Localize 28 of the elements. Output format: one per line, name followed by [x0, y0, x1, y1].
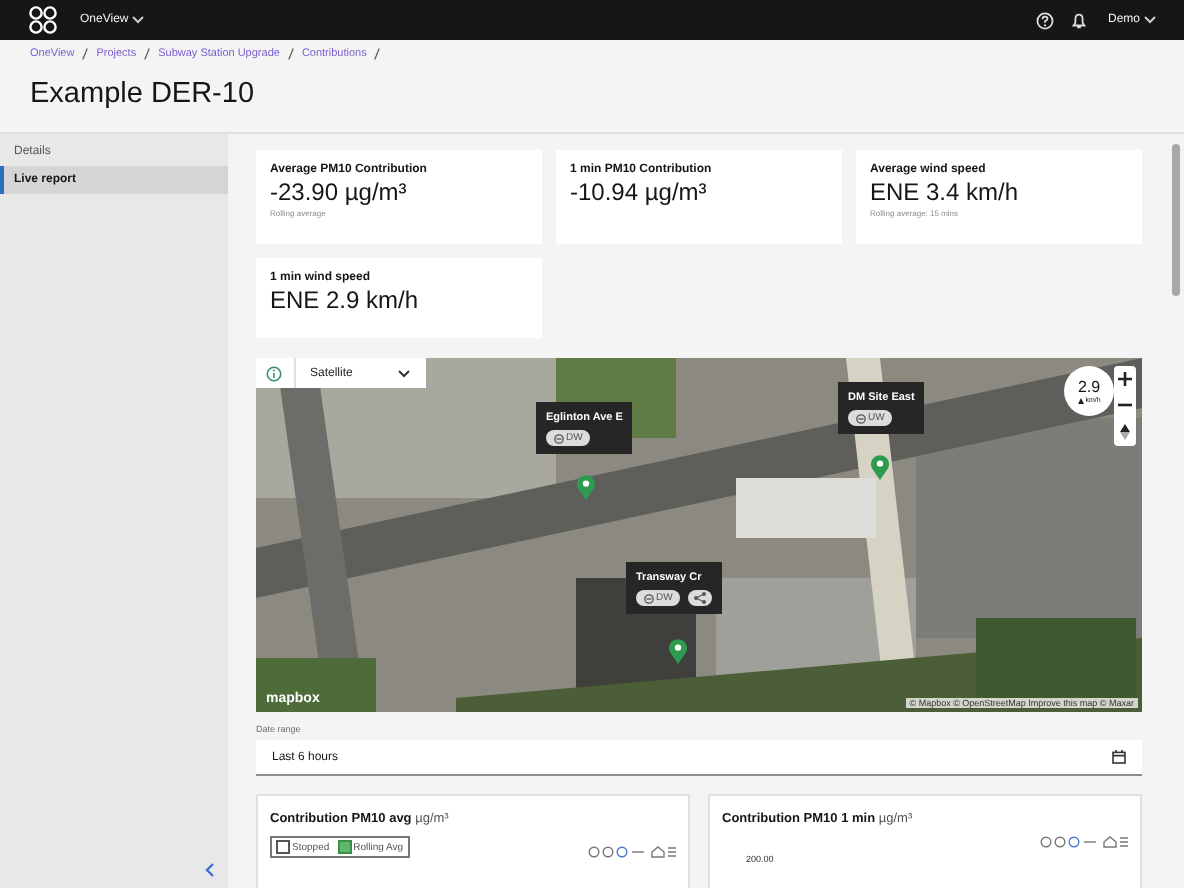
share-icon[interactable] — [688, 590, 713, 606]
compass-icon[interactable] — [1120, 424, 1130, 440]
chart-toolbar-icon[interactable] — [1040, 836, 1128, 848]
separator-icon — [144, 48, 151, 60]
logo-icon — [28, 6, 60, 34]
info-icon[interactable] — [266, 365, 282, 381]
caret-icon — [398, 369, 410, 377]
wind-arrow-icon — [1077, 397, 1084, 403]
calendar-icon[interactable] — [1112, 750, 1126, 764]
map-pin[interactable] — [576, 474, 596, 500]
separator-icon — [287, 48, 294, 60]
wind-speed: 2.9 — [1077, 378, 1101, 396]
zoom-in-icon[interactable] — [1118, 372, 1132, 386]
metric-value: ENE 2.9 km/h — [270, 286, 421, 314]
metric-value: -23.90 µg/m³ — [270, 178, 409, 206]
zoom-out-icon[interactable] — [1118, 398, 1132, 412]
page-title: Example DER-10 — [30, 78, 257, 110]
caret-icon — [132, 16, 145, 24]
metric-value: -10.94 µg/m³ — [570, 178, 709, 206]
notification-icon[interactable] — [1069, 11, 1088, 29]
caret-icon — [1144, 16, 1156, 24]
collapse-icon[interactable] — [204, 862, 216, 878]
separator-icon — [82, 48, 89, 60]
chart-toolbar-icon[interactable] — [588, 846, 676, 858]
help-icon[interactable] — [1035, 11, 1054, 29]
separator-icon — [374, 48, 381, 60]
metric-value: ENE 3.4 km/h — [870, 178, 1021, 206]
map-pin[interactable] — [668, 638, 688, 664]
